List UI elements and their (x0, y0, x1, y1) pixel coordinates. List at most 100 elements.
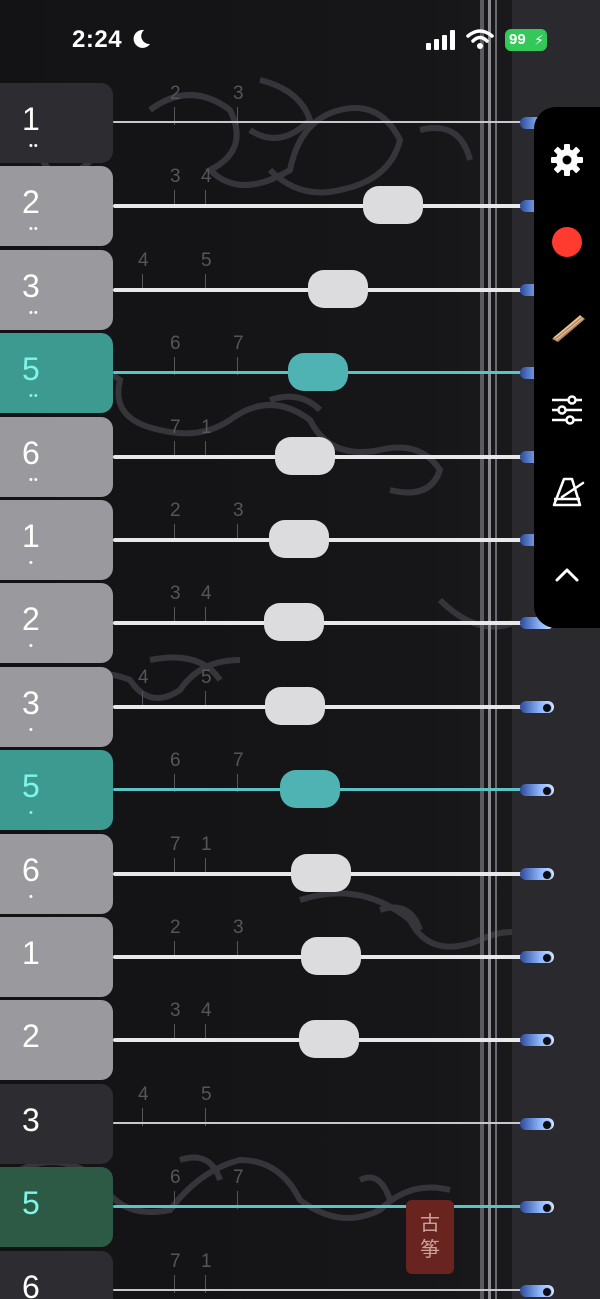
fret-mark-label: 3 (233, 83, 244, 104)
tuning-peg[interactable] (520, 867, 554, 880)
octave-dots: •• (29, 223, 39, 236)
string-note-number: 2 (22, 184, 40, 221)
fret-mark: 4 (201, 583, 221, 626)
fret-mark-label: 1 (201, 416, 212, 438)
string-key[interactable]: 5 •• (0, 333, 113, 414)
string-row: 2 • 3 4 (0, 583, 600, 664)
octave-dots: •• (29, 390, 39, 403)
charging-bolt-icon: ⚡ (534, 32, 544, 48)
string-note-number: 3 (22, 267, 40, 304)
mixer-button[interactable] (534, 377, 600, 443)
string-key[interactable]: 3 • (0, 666, 113, 747)
fret-mark-label: 7 (233, 333, 244, 355)
tuning-peg[interactable] (520, 1034, 554, 1047)
string-bridge[interactable] (265, 686, 325, 725)
string-note-number: 6 (22, 434, 40, 471)
tuning-peg[interactable] (520, 700, 554, 713)
string-key[interactable]: 2 • (0, 583, 113, 664)
string-bridge[interactable] (299, 1020, 359, 1059)
string-bridge[interactable] (288, 353, 348, 392)
fret-mark: 3 (233, 83, 253, 125)
string-key[interactable]: 5 • (0, 750, 113, 831)
battery-indicator: 99 ⚡ (505, 29, 547, 51)
fret-mark-label: 3 (233, 500, 244, 521)
fret-mark: 7 (233, 750, 253, 793)
string-bridge[interactable] (308, 269, 368, 308)
string-row: 2 •• 3 4 (0, 166, 600, 247)
instrument-button[interactable] (534, 293, 600, 359)
fret-mark: 6 (170, 333, 190, 376)
string-key[interactable]: 5 (0, 1167, 113, 1248)
string-line[interactable] (113, 1205, 523, 1209)
metronome-button[interactable] (534, 459, 600, 525)
string-note-number: 1 (22, 101, 40, 137)
string-note-number: 6 (22, 1268, 40, 1299)
string-note-number: 2 (22, 601, 40, 638)
fret-mark: 7 (233, 1167, 253, 1210)
string-note-number: 5 (22, 1185, 40, 1222)
guzheng-badge: 古 筝 (406, 1200, 454, 1274)
string-note-number: 5 (22, 351, 40, 388)
string-line[interactable] (113, 121, 523, 123)
fret-mark-label: 3 (170, 583, 181, 605)
octave-dots: •• (29, 306, 39, 319)
tuning-peg[interactable] (520, 1284, 554, 1297)
string-key[interactable]: 6 •• (0, 416, 113, 497)
string-bridge[interactable] (291, 853, 351, 892)
string-key[interactable]: 2 (0, 1000, 113, 1081)
string-key[interactable]: 1 • (0, 500, 113, 580)
moon-icon (133, 29, 150, 48)
string-row: 5 6 7 (0, 1167, 600, 1248)
string-row: 5 • 6 7 (0, 750, 600, 831)
tuning-peg[interactable] (520, 951, 554, 963)
string-bridge[interactable] (275, 436, 335, 475)
string-key[interactable]: 1 •• (0, 83, 113, 163)
string-note-number: 3 (22, 684, 40, 721)
battery-level: 99 (509, 31, 526, 48)
string-note-number: 3 (22, 1101, 40, 1138)
fret-mark: 1 (201, 1251, 221, 1293)
guzheng-icon (552, 315, 585, 342)
tuning-peg[interactable] (520, 1117, 554, 1130)
string-bridge[interactable] (280, 770, 340, 809)
string-key[interactable]: 3 (0, 1083, 113, 1164)
octave-dots: •• (29, 473, 39, 486)
fret-mark: 3 (170, 583, 190, 626)
string-bridge[interactable] (264, 603, 324, 642)
fret-mark: 5 (201, 1084, 221, 1126)
string-bridge[interactable] (301, 937, 361, 975)
string-key[interactable]: 2 •• (0, 166, 113, 247)
fret-mark: 7 (170, 1251, 190, 1293)
fret-mark: 7 (170, 417, 190, 459)
fret-mark: 6 (170, 750, 190, 793)
string-bridge[interactable] (363, 186, 423, 225)
fret-mark: 4 (138, 1083, 158, 1126)
collapse-panel-button[interactable] (534, 543, 600, 609)
settings-button[interactable] (534, 127, 600, 193)
string-row: 6 •• 7 1 (0, 416, 600, 497)
string-row: 3 4 5 (0, 1083, 600, 1164)
fret-mark-label: 3 (233, 917, 244, 938)
status-bar: 2:24 99 ⚡ (0, 0, 600, 80)
string-key[interactable]: 6 (0, 1250, 113, 1299)
string-bridge[interactable] (269, 520, 329, 558)
string-line[interactable] (113, 1121, 523, 1124)
string-key[interactable]: 6 • (0, 833, 113, 914)
fret-mark: 2 (170, 83, 190, 125)
string-key[interactable]: 1 (0, 917, 113, 997)
string-note-number: 2 (22, 1018, 40, 1055)
string-key[interactable]: 3 •• (0, 249, 113, 330)
string-line[interactable] (113, 204, 523, 209)
string-row: 3 •• 4 5 (0, 249, 600, 330)
guzheng-app: 1 •• 2 3 2 •• 3 4 3 •• 4 5 5 •• 6 7 6 •• 7 1 1 • 2 3 2 • 3 4 3 • 4 5 5 • 6… (0, 0, 600, 1299)
fret-mark-label: 4 (138, 1083, 149, 1105)
tuning-peg[interactable] (520, 1201, 554, 1214)
octave-dots: • (29, 723, 34, 736)
fret-mark-label: 6 (170, 750, 181, 772)
tuning-peg[interactable] (520, 784, 554, 797)
record-button[interactable] (534, 209, 600, 275)
string-line[interactable] (113, 1288, 523, 1291)
fret-mark: 7 (233, 333, 253, 376)
fret-mark-label: 4 (201, 583, 212, 605)
fret-mark: 3 (170, 166, 190, 209)
